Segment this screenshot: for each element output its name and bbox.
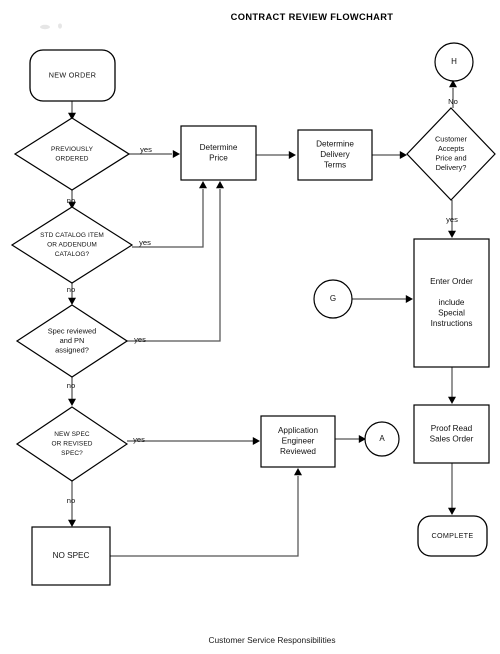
node-label: Delivery? bbox=[436, 163, 467, 172]
node-app_engineer[interactable]: Application EngineerReviewed bbox=[260, 415, 336, 468]
node-label: Terms bbox=[324, 161, 346, 170]
node-proof_read[interactable]: Proof ReadSales Order bbox=[413, 404, 490, 464]
node-label: assigned? bbox=[55, 345, 89, 354]
edge-label: No bbox=[448, 97, 458, 106]
node-label: Determine bbox=[316, 140, 354, 149]
edge-label: no bbox=[67, 496, 75, 505]
node-label: Sales Order bbox=[430, 434, 474, 443]
node-label: Spec reviewed bbox=[48, 326, 96, 335]
node-label: Delivery bbox=[320, 150, 350, 159]
footer-caption: Customer Service Responsibilities bbox=[208, 635, 335, 645]
contract-review-flowchart: CONTRACT REVIEW FLOWCHART yes no yes no yes n… bbox=[0, 0, 500, 654]
node-label: Application bbox=[278, 426, 319, 435]
node-label: H bbox=[451, 57, 457, 66]
node-label: Engineer bbox=[282, 437, 315, 446]
node-connector_h[interactable]: H bbox=[434, 42, 474, 82]
node-label: CATALOG? bbox=[55, 251, 90, 258]
edge-label: no bbox=[67, 196, 75, 205]
node-label: COMPLETE bbox=[432, 531, 474, 540]
node-label: Price and bbox=[435, 154, 466, 163]
node-label: NEW SPEC bbox=[54, 431, 90, 438]
node-label: NEW ORDER bbox=[49, 70, 96, 79]
node-label: and PN bbox=[60, 336, 85, 345]
node-determine_delivery[interactable]: DetermineDelivery Terms bbox=[297, 129, 373, 181]
node-determine_price[interactable]: DeterminePrice bbox=[180, 125, 257, 181]
node-label: Determine bbox=[200, 143, 238, 152]
node-new_order[interactable]: NEW ORDER bbox=[29, 49, 116, 102]
edge-label: no bbox=[67, 285, 75, 294]
node-enter_order[interactable]: Enter Order include SpecialInstructions bbox=[413, 238, 490, 368]
node-label: Special bbox=[438, 309, 465, 318]
node-label: ORDERED bbox=[55, 155, 88, 162]
node-connector_g[interactable]: G bbox=[313, 279, 353, 319]
edge-label: yes bbox=[140, 145, 152, 154]
node-label: SPEC? bbox=[61, 450, 83, 457]
node-connector_a[interactable]: A bbox=[364, 421, 400, 457]
node-complete[interactable]: COMPLETE bbox=[417, 515, 488, 557]
node-label: NO SPEC bbox=[53, 551, 90, 560]
page-title: CONTRACT REVIEW FLOWCHART bbox=[231, 12, 394, 22]
node-label: Enter Order bbox=[430, 277, 473, 286]
node-label: Customer bbox=[435, 135, 468, 144]
edge-label: yes bbox=[133, 435, 145, 444]
node-label: G bbox=[330, 294, 336, 303]
node-label: OR ADDENDUM bbox=[47, 242, 97, 249]
flowchart-canvas: CONTRACT REVIEW FLOWCHART yes no yes no yes n… bbox=[0, 0, 500, 654]
edge-label: no bbox=[67, 381, 75, 390]
node-label: Accepts bbox=[438, 144, 465, 153]
node-label: Price bbox=[209, 153, 228, 162]
edge-label: yes bbox=[139, 238, 151, 247]
node-label: Proof Read bbox=[431, 424, 473, 433]
node-label: include bbox=[439, 298, 465, 307]
node-label: STD CATALOG ITEM bbox=[40, 232, 104, 239]
edge-label: yes bbox=[134, 335, 146, 344]
node-label: PREVIOUSLY bbox=[51, 146, 94, 153]
node-label: A bbox=[379, 434, 385, 443]
node-no_spec[interactable]: NO SPEC bbox=[31, 526, 111, 586]
node-label: Instructions bbox=[431, 319, 473, 328]
edge-label: yes bbox=[446, 215, 458, 224]
node-label: OR REVISED bbox=[51, 441, 92, 448]
node-label: Reviewed bbox=[280, 447, 316, 456]
